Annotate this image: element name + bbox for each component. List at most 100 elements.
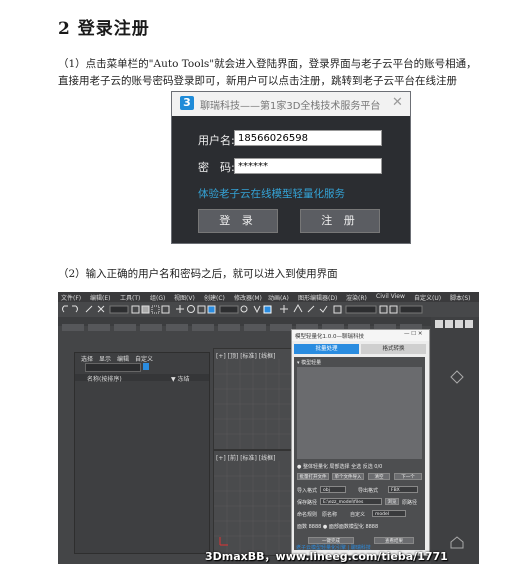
command-panel: [431, 317, 479, 564]
scene-explorer: 选择 显示 编辑 自定义 名称(按排序) ▼ 冻结: [74, 352, 210, 554]
tab-batch-process[interactable]: 批量处理: [294, 344, 359, 354]
close-icon[interactable]: ✕: [392, 95, 403, 110]
section-heading: 2 登录注册: [58, 19, 150, 39]
menu-item[interactable]: 脚本(S): [450, 293, 471, 302]
custom-name-input[interactable]: model: [372, 510, 406, 517]
menu-item[interactable]: 渲染(R): [346, 293, 367, 302]
plugin-titlebar: 模型轻量化1.0.0—聊瑞科技 — ☐ ✕: [292, 330, 429, 341]
batch-open-button[interactable]: 批量打开文件: [297, 473, 329, 480]
named-selection-icon: [333, 305, 342, 314]
single-import-button[interactable]: 单个文件导入: [332, 473, 364, 480]
angle-snap-icon: [293, 303, 303, 313]
viewport-grid: [214, 461, 292, 555]
explorer-tab-edit[interactable]: 编辑: [117, 354, 129, 363]
ribbon-tab: [88, 324, 110, 331]
mirror-icon: [379, 305, 388, 314]
window-controls-icon[interactable]: — ☐ ✕: [404, 331, 423, 337]
create-tab-icon: [435, 320, 443, 328]
ribbon-tab: [192, 324, 214, 331]
run-all-button[interactable]: 一键完成: [308, 537, 354, 544]
section-title[interactable]: ▾ 模型轻量: [297, 359, 321, 366]
username-field[interactable]: 18566026598: [234, 130, 382, 146]
column-frozen-header[interactable]: ▼ 冻结: [171, 374, 190, 383]
ribbon-tab: [270, 324, 292, 331]
viewport-top[interactable]: [+] [顶] [标准] [线框]: [213, 348, 293, 450]
menu-item[interactable]: 动画(A): [268, 293, 289, 302]
menu-item[interactable]: 文件(F): [61, 293, 81, 302]
paragraph-1-line-1: （1）点击菜单栏的"Auto Tools"就会进入登陆界面，登录界面与老子云平台…: [58, 58, 477, 70]
menu-item[interactable]: 图形编辑器(D): [298, 293, 337, 302]
username-label: 用户名:: [198, 134, 235, 147]
menu-item[interactable]: 工具(T): [120, 293, 140, 302]
spinner-snap-icon: [319, 305, 328, 313]
ribbon-tab: [62, 324, 84, 331]
register-button[interactable]: 注 册: [300, 209, 380, 233]
menu-item[interactable]: 修改器(M): [234, 293, 262, 302]
rect-region-icon: [151, 305, 160, 314]
max-screenshot: 文件(F) 编辑(E) 工具(T) 组(G) 视图(V) 创建(C) 修改器(M…: [58, 292, 479, 564]
ribbon-tab: [244, 324, 266, 331]
selection-filter-icon: [109, 305, 129, 314]
place-icon: [207, 305, 216, 314]
rotate-icon: [187, 305, 195, 313]
plugin-title: 模型轻量化1.0.0—聊瑞科技: [295, 334, 364, 340]
viewport-grid: [214, 359, 292, 449]
login-dialog-titlebar: 3 聊瑞科技——第1家3D全栈技术服务平台 ✕: [172, 92, 410, 116]
explorer-filter-icon[interactable]: [143, 363, 149, 370]
explorer-tab-display[interactable]: 显示: [99, 354, 111, 363]
paragraph-2: （2）输入正确的用户名和密码之后，就可以进入到使用界面: [58, 268, 338, 280]
menu-item[interactable]: 编辑(E): [90, 293, 110, 302]
option-row[interactable]: ● 整体轻量化 局部选择 全选 反选 0/0: [297, 463, 382, 470]
paragraph-1-line-2: 直接用老子云的账号密码登录即可，新用户可以点击注册，跳转到老子云平台在线注册: [58, 75, 457, 87]
import-format-select[interactable]: obj: [320, 486, 346, 493]
clear-button[interactable]: 清空: [368, 473, 390, 480]
motion-tab-icon: [465, 320, 473, 328]
snap-toggle-icon: [280, 305, 288, 313]
toolbar-icons: [62, 303, 423, 314]
select-by-name-icon: [141, 305, 150, 314]
password-field[interactable]: ******: [234, 158, 382, 174]
next-button[interactable]: 下一个: [394, 473, 422, 480]
explorer-search-input[interactable]: [85, 363, 141, 372]
tab-format-convert[interactable]: 格式转换: [361, 344, 426, 354]
link-icon: [85, 305, 93, 313]
menu-item[interactable]: 创建(C): [204, 293, 225, 302]
modify-tab-icon: [445, 320, 453, 328]
password-label: 密 码:: [198, 161, 235, 174]
face-count-row[interactable]: 面数 8888 ● 面部面数模型化 8888: [297, 523, 378, 530]
scale-icon: [197, 305, 206, 314]
import-format-label: 导入格式: [297, 488, 318, 494]
column-name-header[interactable]: 名称(按排序): [87, 374, 122, 383]
ribbon-tab: [166, 324, 188, 331]
same-dir-option[interactable]: 原路径: [402, 499, 417, 506]
save-path-label: 保存路径: [297, 500, 318, 506]
model-list[interactable]: [297, 367, 422, 459]
max-menubar: 文件(F) 编辑(E) 工具(T) 组(G) 视图(V) 创建(C) 修改器(M…: [58, 292, 479, 302]
max-ribbon: [58, 317, 479, 331]
name-rule-label: 命名规则: [297, 512, 318, 518]
plugin-body: ▾ 模型轻量 ● 整体轻量化 局部选择 全选 反选 0/0 批量打开文件 单个文…: [294, 357, 425, 550]
login-button[interactable]: 登 录: [198, 209, 278, 233]
reference-coord-icon: [219, 305, 239, 314]
ribbon-tab: [140, 324, 162, 331]
viewport-front[interactable]: [+] [前] [标准] [线框]: [213, 450, 293, 556]
login-dialog: 3 聊瑞科技——第1家3D全栈技术服务平台 ✕ 用户名: 18566026598…: [171, 91, 411, 244]
app-logo-icon: 3: [180, 96, 194, 110]
select-object-icon: [131, 305, 140, 314]
explorer-tab-select[interactable]: 选择: [81, 354, 93, 363]
menu-item[interactable]: 视图(V): [174, 293, 195, 302]
name-rule-original[interactable]: 原名称: [322, 511, 337, 518]
ribbon-tab: [114, 324, 136, 331]
view-results-button[interactable]: 查看结果: [374, 537, 414, 544]
experience-service-link[interactable]: 体验老子云在线模型轻量化服务: [198, 186, 345, 201]
window-crossing-icon: [161, 305, 170, 314]
save-path-input[interactable]: E:\ezz_model\files: [320, 498, 382, 505]
menu-item[interactable]: 自定义(U): [414, 293, 441, 302]
browse-button[interactable]: 浏览: [385, 498, 399, 505]
export-format-select[interactable]: FBX: [388, 486, 418, 493]
menu-item[interactable]: Civil View: [376, 293, 405, 300]
name-rule-custom[interactable]: 自定义: [350, 511, 365, 518]
watermark: 3DmaxBB，www.lineeg.com/tieba/1771: [205, 550, 448, 563]
explorer-tab-customize[interactable]: 自定义: [135, 354, 153, 363]
menu-item[interactable]: 组(G): [150, 293, 165, 302]
